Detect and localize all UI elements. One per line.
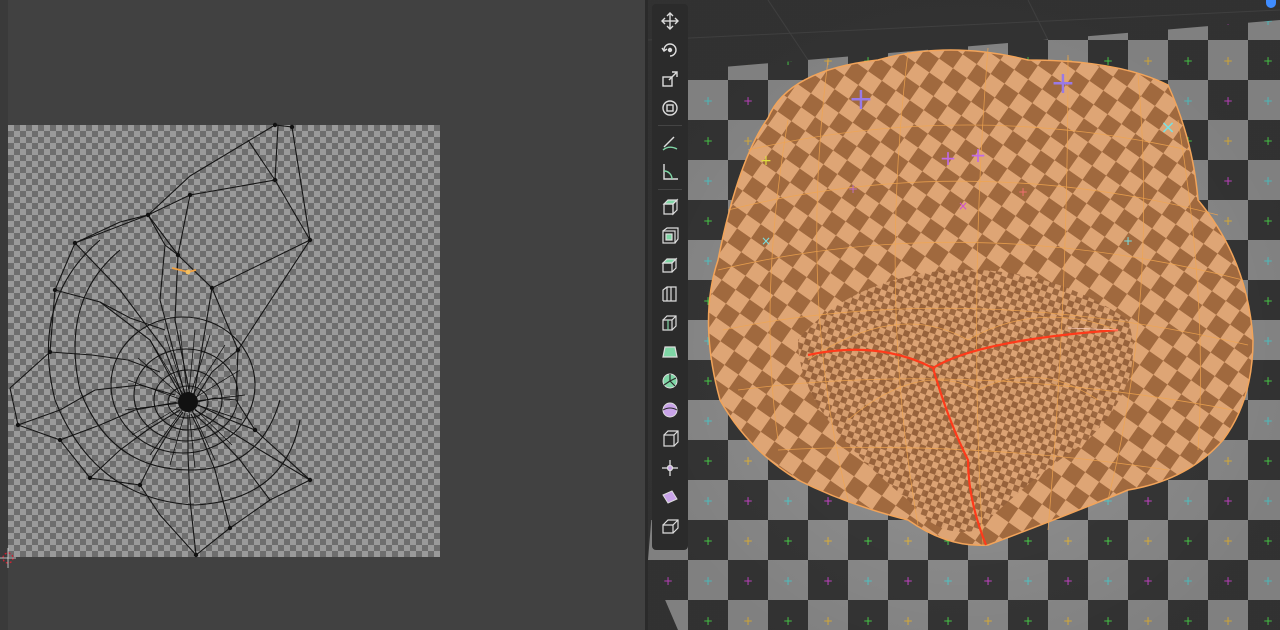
move-icon — [661, 12, 679, 30]
transform-tool[interactable] — [656, 95, 684, 121]
add-cube-icon — [662, 198, 679, 216]
extrude-region-icon — [662, 227, 679, 244]
loop-cut-icon — [662, 315, 677, 331]
move-tool[interactable] — [656, 8, 684, 34]
annotate-icon — [662, 136, 678, 151]
spin-tool[interactable] — [656, 397, 684, 423]
2d-cursor-icon[interactable] — [0, 548, 20, 568]
svg-text:×: × — [958, 199, 968, 213]
shrink-fatten-icon — [662, 490, 678, 504]
bevel-icon — [662, 286, 677, 302]
loop-cut-tool[interactable] — [656, 310, 684, 336]
measure-icon — [663, 164, 678, 180]
inset-faces-icon — [661, 257, 678, 273]
shear-tool[interactable] — [656, 513, 684, 539]
svg-text:×: × — [1160, 117, 1175, 138]
svg-text:+: + — [1018, 185, 1028, 199]
annotate-tool[interactable] — [656, 130, 684, 156]
shear-icon — [662, 519, 679, 534]
svg-text:+: + — [1123, 234, 1133, 248]
bevel-tool[interactable] — [656, 281, 684, 307]
svg-text:+: + — [848, 82, 873, 117]
svg-text:+: + — [760, 153, 772, 169]
knife-tool[interactable] — [656, 339, 684, 365]
poly-build-tool[interactable] — [656, 368, 684, 394]
rotate-icon — [661, 43, 677, 57]
svg-text:+: + — [940, 146, 957, 170]
toolbar-separator — [658, 189, 682, 190]
edge-slide-icon — [662, 460, 678, 476]
scale-icon — [662, 71, 678, 87]
rotate-tool[interactable] — [656, 37, 684, 63]
shrink-fatten-tool[interactable] — [656, 484, 684, 510]
spin-icon — [662, 402, 678, 418]
extrude-region-tool[interactable] — [656, 223, 684, 249]
transform-icon — [662, 100, 678, 116]
toolbar-separator — [658, 125, 682, 126]
edge-slide-tool[interactable] — [656, 455, 684, 481]
smooth-tool[interactable] — [656, 426, 684, 452]
measure-tool[interactable] — [656, 159, 684, 185]
knife-icon — [662, 346, 678, 358]
svg-text:+: + — [848, 182, 858, 196]
viewport-scene: + + + + × + + × + × + — [648, 0, 1280, 630]
svg-text:+: + — [1050, 66, 1075, 101]
uv-editor[interactable] — [0, 0, 645, 630]
scale-tool[interactable] — [656, 66, 684, 92]
inset-faces-tool[interactable] — [656, 252, 684, 278]
tool-shelf — [652, 4, 688, 550]
add-cube-tool[interactable] — [656, 194, 684, 220]
smooth-icon — [663, 430, 679, 447]
svg-text:+: + — [970, 143, 987, 167]
svg-text:×: × — [761, 234, 771, 248]
3d-viewport[interactable]: + + + + × + + × + × + — [648, 0, 1280, 630]
poly-build-icon — [662, 373, 678, 389]
uv-mesh[interactable] — [0, 0, 645, 630]
